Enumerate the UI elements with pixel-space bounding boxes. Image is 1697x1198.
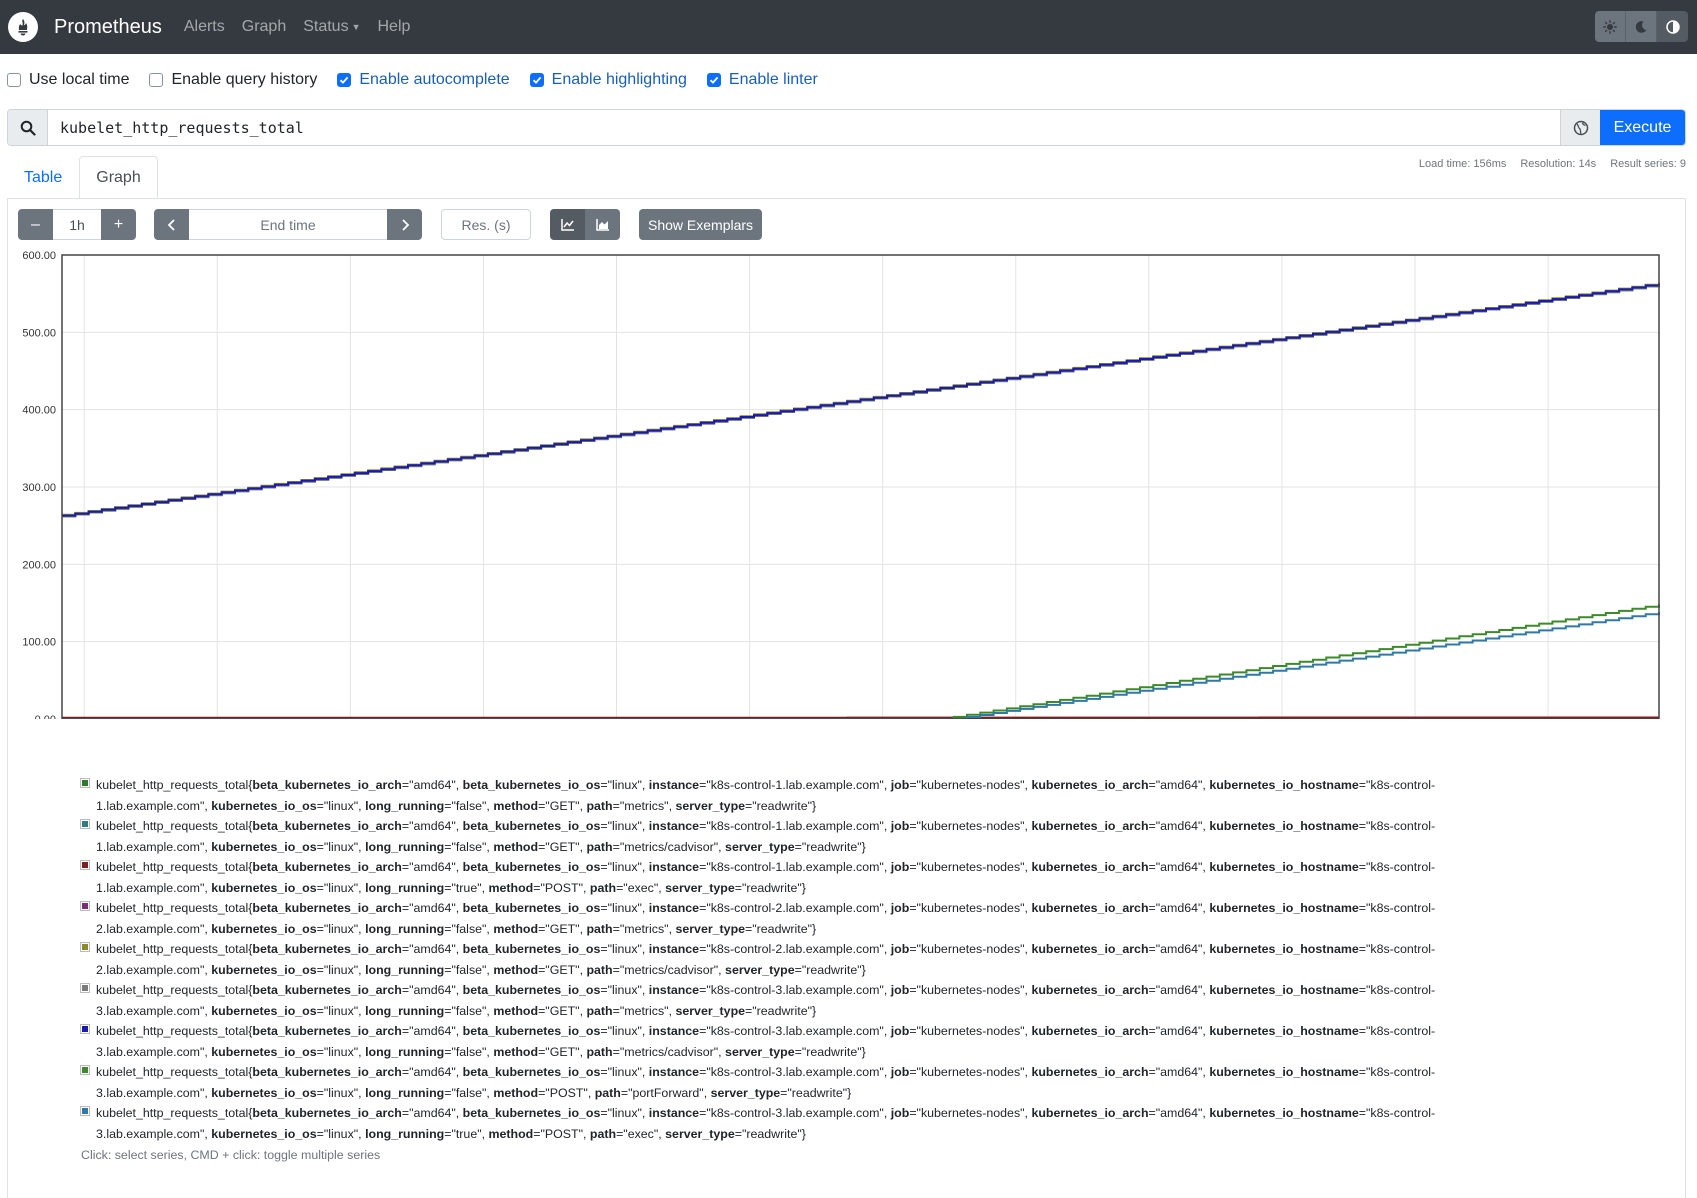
legend-swatch — [80, 1065, 90, 1075]
legend-series-label: kubelet_http_requests_total{beta_kuberne… — [96, 1024, 1435, 1059]
resolution: Resolution: 14s — [1520, 158, 1596, 170]
legend-item[interactable]: kubelet_http_requests_total{beta_kuberne… — [78, 816, 1508, 857]
brand[interactable]: Prometheus — [8, 12, 162, 42]
legend-swatch — [80, 901, 90, 911]
legend-item[interactable]: kubelet_http_requests_total{beta_kuberne… — [78, 898, 1508, 939]
y-tick-label: 0.00 — [35, 714, 56, 719]
legend-series-label: kubelet_http_requests_total{beta_kuberne… — [96, 983, 1435, 1018]
graph-legend: kubelet_http_requests_total{beta_kuberne… — [78, 775, 1508, 1166]
legend-series-label: kubelet_http_requests_total{beta_kuberne… — [96, 819, 1435, 854]
linter-checkbox[interactable] — [707, 73, 721, 87]
moon-icon — [1634, 20, 1648, 34]
legend-series-label: kubelet_http_requests_total{beta_kuberne… — [96, 860, 1435, 895]
query-stats: Load time: 156ms Resolution: 14s Result … — [1419, 158, 1686, 170]
y-tick-label: 400.00 — [22, 405, 56, 417]
y-tick-label: 100.00 — [22, 637, 56, 649]
legend-item[interactable]: kubelet_http_requests_total{beta_kuberne… — [78, 1062, 1508, 1103]
nav-link-help[interactable]: Help — [378, 18, 411, 36]
autocomplete-checkbox[interactable] — [337, 73, 351, 87]
legend-swatch — [80, 819, 90, 829]
caret-down-icon: ▼ — [352, 22, 361, 32]
auto-theme-button[interactable] — [1657, 11, 1688, 42]
checkmark-icon — [709, 75, 719, 85]
sun-icon — [1603, 20, 1617, 34]
nav-link-alerts[interactable]: Alerts — [184, 18, 225, 36]
legend-swatch — [80, 778, 90, 788]
nav-link-status: Status — [303, 18, 348, 35]
graph-chart[interactable]: 0.00 100.00 200.00 300.00 400.00 500.00 600.00… — [8, 199, 1685, 719]
legend-swatch — [80, 1024, 90, 1034]
legend-item[interactable]: kubelet_http_requests_total{beta_kuberne… — [78, 857, 1508, 898]
light-theme-button[interactable] — [1595, 11, 1626, 42]
checkmark-icon — [339, 75, 349, 85]
y-tick-label: 500.00 — [22, 327, 56, 339]
legend-swatch — [80, 983, 90, 993]
search-icon — [8, 110, 48, 145]
nav-link-graph[interactable]: Graph — [242, 18, 286, 36]
dark-theme-button[interactable] — [1626, 11, 1657, 42]
load-time: Load time: 156ms — [1419, 158, 1506, 170]
legend-swatch — [80, 942, 90, 952]
tab-table[interactable]: Table — [7, 156, 79, 198]
legend-swatch — [80, 860, 90, 870]
metrics-explorer-button[interactable] — [1560, 110, 1600, 145]
legend-item[interactable]: kubelet_http_requests_total{beta_kuberne… — [78, 1021, 1508, 1062]
use-local-time-checkbox[interactable] — [7, 73, 21, 87]
legend-item[interactable]: kubelet_http_requests_total{beta_kuberne… — [78, 980, 1508, 1021]
legend-series-label: kubelet_http_requests_total{beta_kuberne… — [96, 1106, 1435, 1141]
legend-series-label: kubelet_http_requests_total{beta_kuberne… — [96, 778, 1435, 813]
tab-graph[interactable]: Graph — [79, 156, 157, 199]
brand-name: Prometheus — [54, 16, 162, 39]
expression-input[interactable] — [48, 110, 1560, 145]
execute-button[interactable]: Execute — [1600, 110, 1685, 145]
result-tabs: Table Graph — [7, 156, 158, 198]
prometheus-logo-icon — [8, 12, 38, 42]
nav-dropdown-status[interactable]: Status ▼ — [303, 18, 360, 36]
option-label: Enable autocomplete — [359, 71, 509, 89]
option-use-local-time[interactable]: Use local time — [7, 71, 129, 89]
option-label: Enable query history — [171, 71, 317, 89]
legend-series-label: kubelet_http_requests_total{beta_kuberne… — [96, 942, 1435, 977]
result-series-count: Result series: 9 — [1610, 158, 1686, 170]
option-enable-linter[interactable]: Enable linter — [707, 71, 818, 89]
contrast-icon — [1666, 20, 1680, 34]
legend-swatch — [80, 1106, 90, 1116]
option-enable-autocomplete[interactable]: Enable autocomplete — [337, 71, 509, 89]
option-enable-query-history[interactable]: Enable query history — [149, 71, 317, 89]
theme-switcher — [1595, 11, 1688, 42]
query-history-checkbox[interactable] — [149, 73, 163, 87]
legend-item[interactable]: kubelet_http_requests_total{beta_kuberne… — [78, 1103, 1508, 1144]
legend-series-label: kubelet_http_requests_total{beta_kuberne… — [96, 901, 1435, 936]
y-tick-label: 300.00 — [22, 482, 56, 494]
legend-item[interactable]: kubelet_http_requests_total{beta_kuberne… — [78, 939, 1508, 980]
checkmark-icon — [532, 75, 542, 85]
option-enable-highlighting[interactable]: Enable highlighting — [530, 71, 687, 89]
highlighting-checkbox[interactable] — [530, 73, 544, 87]
legend-series-label: kubelet_http_requests_total{beta_kuberne… — [96, 1065, 1435, 1100]
navbar: Prometheus Alerts Graph Status ▼ Help — [0, 0, 1697, 54]
expression-bar: Execute — [7, 109, 1686, 146]
query-options: Use local time Enable query history Enab… — [0, 54, 1697, 106]
legend-item[interactable]: kubelet_http_requests_total{beta_kuberne… — [78, 775, 1508, 816]
y-tick-label: 200.00 — [22, 559, 56, 571]
globe-icon — [1573, 120, 1589, 136]
option-label: Use local time — [29, 71, 129, 89]
option-label: Enable linter — [729, 71, 818, 89]
option-label: Enable highlighting — [552, 71, 687, 89]
y-tick-label: 600.00 — [22, 250, 56, 262]
legend-hint: Click: select series, CMD + click: toggl… — [78, 1145, 1508, 1166]
